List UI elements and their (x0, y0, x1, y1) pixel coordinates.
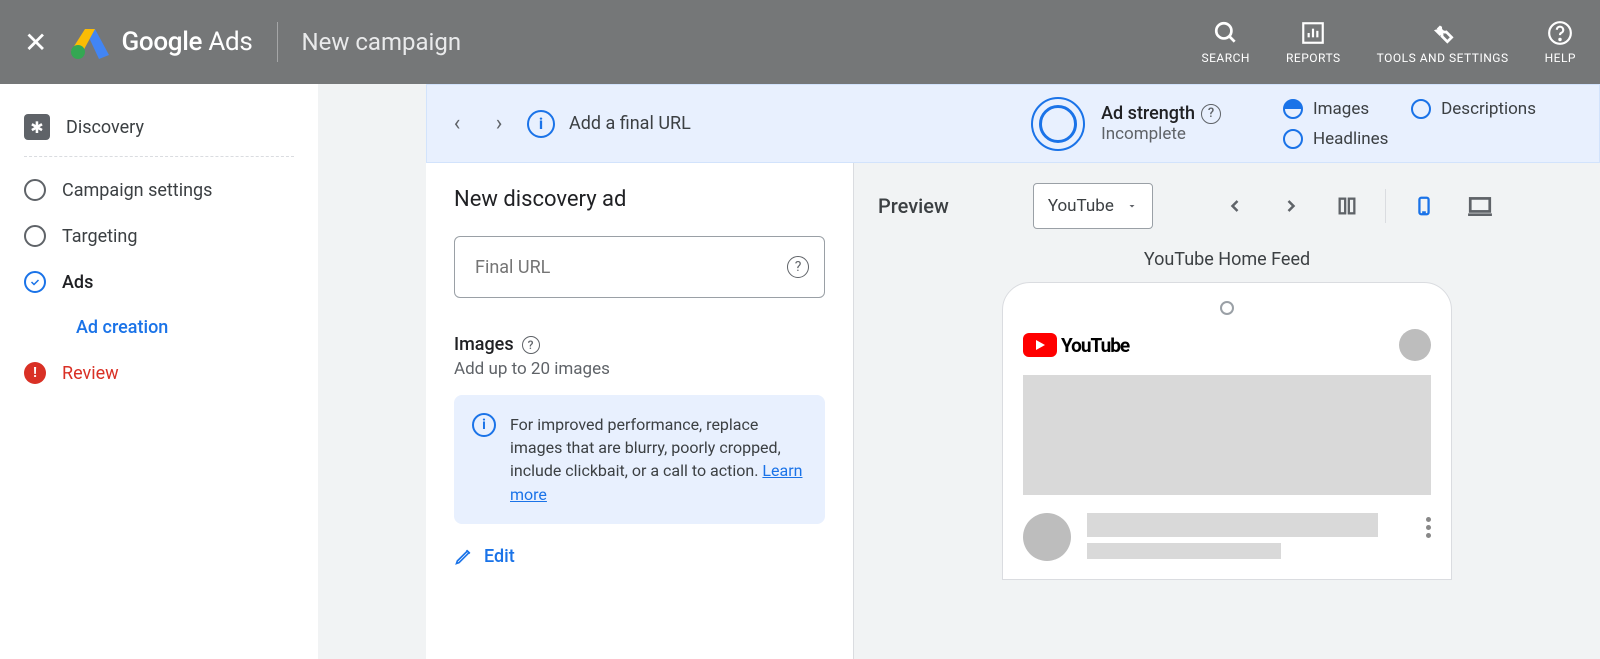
wrench-icon (1430, 20, 1456, 46)
chevron-down-icon (1126, 200, 1138, 212)
sidebar-item-discovery[interactable]: ✱ Discovery (24, 102, 294, 152)
phone-camera-icon (1220, 301, 1234, 315)
final-url-field-wrap: ? (454, 236, 825, 298)
preview-next-button[interactable] (1273, 188, 1309, 224)
help-icon[interactable]: ? (1201, 104, 1221, 124)
brand-logo: Google Ads (71, 25, 252, 59)
phone-mockup: YouTube (1002, 282, 1452, 580)
images-info-box: i For improved performance, replace imag… (454, 395, 825, 524)
help-icon (1547, 20, 1573, 46)
discovery-icon: ✱ (24, 114, 50, 140)
sidebar-item-ad-creation[interactable]: Ad creation (24, 305, 294, 350)
more-icon (1426, 513, 1431, 538)
chip-descriptions: Descriptions (1411, 99, 1536, 119)
strength-ring-icon (1031, 97, 1085, 151)
top-tools: SEARCH REPORTS TOOLS AND SETTINGS HELP (1201, 20, 1576, 65)
ad-strength-bar: ‹ › i Add a final URL Ad strength ? Inco… (426, 84, 1600, 163)
youtube-logo: YouTube (1023, 333, 1129, 357)
circle-icon (24, 225, 46, 247)
ad-strength-meter: Ad strength ? Incomplete (1031, 97, 1221, 151)
sidebar-item-ads[interactable]: Ads (24, 259, 294, 305)
reports-icon (1300, 20, 1326, 46)
brand-text: Google Ads (121, 27, 252, 57)
text-line-placeholder (1087, 543, 1281, 559)
form-panel: New discovery ad ? Images ? Add up to 20… (426, 163, 854, 659)
mobile-view-button[interactable] (1406, 188, 1442, 224)
channel-avatar-placeholder (1023, 513, 1071, 561)
next-tip-button[interactable]: › (485, 110, 513, 138)
strength-label: Ad strength ? (1101, 103, 1221, 124)
info-icon: i (472, 413, 496, 437)
close-icon[interactable]: ✕ (24, 26, 47, 59)
images-section-subtext: Add up to 20 images (454, 359, 825, 379)
search-icon (1213, 20, 1239, 46)
desktop-view-button[interactable] (1462, 188, 1498, 224)
info-text: For improved performance, replace images… (510, 413, 807, 506)
settings-tool[interactable]: TOOLS AND SETTINGS (1377, 20, 1509, 65)
strength-value: Incomplete (1101, 124, 1221, 144)
circle-icon (24, 179, 46, 201)
edit-images-button[interactable]: Edit (454, 546, 825, 567)
video-thumbnail-placeholder (1023, 375, 1431, 495)
sidebar-item-campaign-settings[interactable]: Campaign settings (24, 167, 294, 213)
circle-icon (1283, 129, 1303, 149)
images-section-heading: Images ? (454, 334, 825, 355)
divider (277, 22, 278, 62)
preview-toolbar: Preview YouTube (878, 183, 1576, 229)
error-icon: ! (24, 362, 46, 384)
pencil-icon (454, 546, 474, 566)
youtube-play-icon (1023, 333, 1057, 357)
text-line-placeholder (1087, 513, 1378, 537)
youtube-header: YouTube (1023, 329, 1431, 361)
check-circle-icon (24, 271, 46, 293)
final-url-input[interactable] (454, 236, 825, 298)
info-icon: i (527, 110, 555, 138)
hint-text: Add a final URL (569, 113, 691, 134)
reports-tool[interactable]: REPORTS (1286, 20, 1341, 65)
sidebar-item-review[interactable]: ! Review (24, 350, 294, 396)
prev-tip-button[interactable]: ‹ (443, 110, 471, 138)
search-tool[interactable]: SEARCH (1201, 20, 1250, 65)
chip-images: Images (1283, 99, 1369, 119)
divider (1385, 189, 1386, 223)
preview-prev-button[interactable] (1217, 188, 1253, 224)
help-icon[interactable]: ? (787, 256, 809, 278)
preview-title: Preview (878, 194, 949, 218)
preview-panel: Preview YouTube YouTube Home Feed (854, 163, 1600, 659)
sidebar-divider (24, 156, 294, 157)
chip-headlines: Headlines (1283, 129, 1388, 149)
form-title: New discovery ad (454, 187, 825, 212)
strength-chips: Images Descriptions Headlines (1283, 99, 1583, 149)
google-ads-logo-icon (71, 25, 109, 59)
avatar-placeholder (1399, 329, 1431, 361)
sidebar-item-targeting[interactable]: Targeting (24, 213, 294, 259)
split-view-button[interactable] (1329, 188, 1365, 224)
top-bar: ✕ Google Ads New campaign SEARCH REPORTS… (0, 0, 1600, 84)
help-icon[interactable]: ? (522, 336, 540, 354)
preview-feed-title: YouTube Home Feed (878, 249, 1576, 270)
sidebar: ✱ Discovery Campaign settings Targeting … (0, 84, 318, 659)
page-title: New campaign (302, 28, 1202, 56)
preview-platform-dropdown[interactable]: YouTube (1033, 183, 1153, 229)
video-meta-row (1023, 513, 1431, 561)
circle-icon (1411, 99, 1431, 119)
half-circle-icon (1283, 99, 1303, 119)
help-tool[interactable]: HELP (1545, 20, 1576, 65)
